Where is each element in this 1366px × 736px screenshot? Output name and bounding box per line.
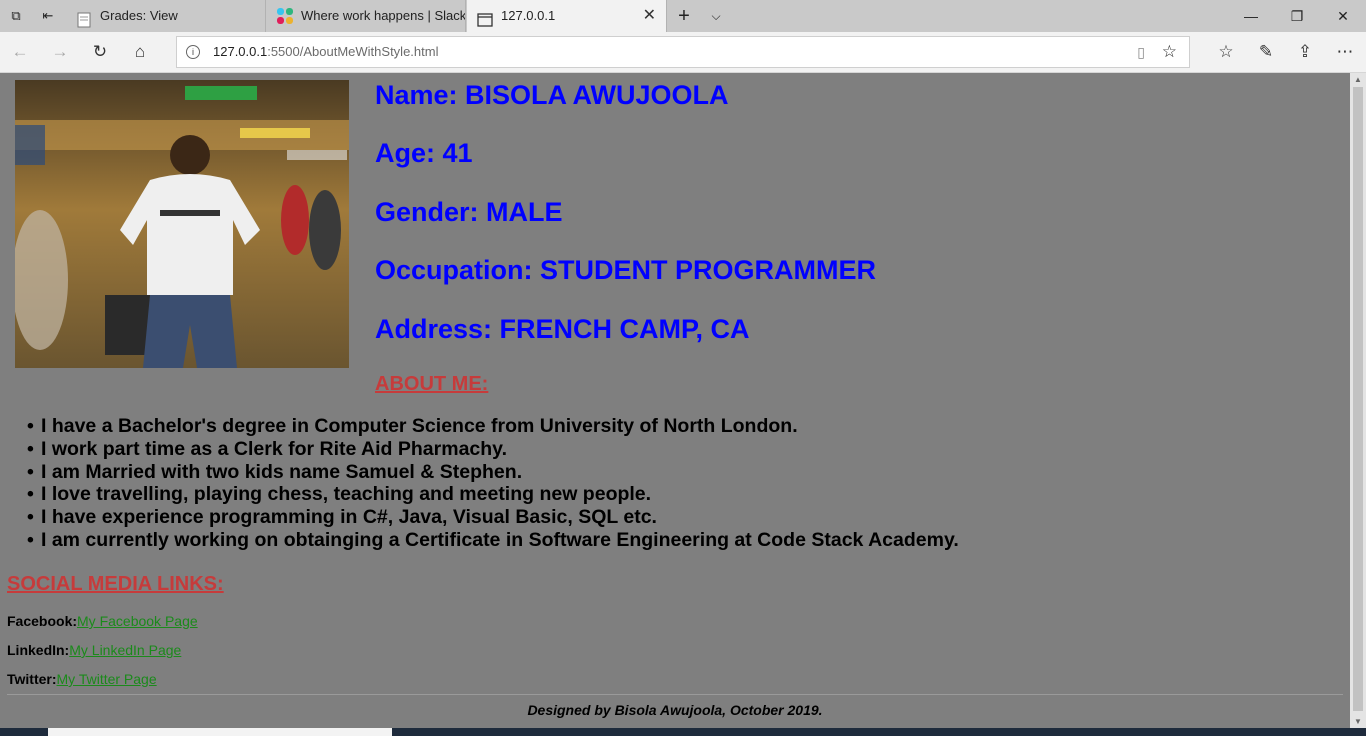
windows-taskbar: [0, 728, 1366, 736]
about-me-list: I have a Bachelor's degree in Computer S…: [27, 415, 959, 552]
social-media-heading: SOCIAL MEDIA LINKS:: [7, 573, 224, 595]
facebook-row: Facebook:My Facebook Page: [7, 613, 198, 629]
age-line: Age: 41: [375, 138, 473, 168]
footer-divider: [7, 694, 1343, 695]
facebook-link[interactable]: My Facebook Page: [77, 613, 198, 629]
browser-toolbar: ← → ↻ ⌂ i 127.0.0.1:5500/AboutMeWithStyl…: [0, 32, 1366, 73]
url-text[interactable]: 127.0.0.1:5500/AboutMeWithStyle.html: [213, 37, 438, 67]
minimize-icon[interactable]: —: [1228, 0, 1274, 32]
linkedin-link[interactable]: My LinkedIn Page: [69, 642, 181, 658]
tab-grades[interactable]: Grades: View: [66, 0, 266, 32]
forward-icon[interactable]: →: [48, 41, 72, 63]
footer-text: Designed by Bisola Awujoola, October 201…: [527, 702, 823, 718]
about-me-heading: ABOUT ME:: [375, 373, 489, 395]
tabs-aside-icon[interactable]: ⇤: [40, 8, 56, 24]
facebook-label: Facebook:: [7, 613, 78, 629]
reading-view-icon[interactable]: ▯: [1137, 44, 1145, 61]
home-icon[interactable]: ⌂: [128, 41, 152, 63]
browser-tab-bar: ⧉ ⇤ Grades: View Where work happens | Sl…: [0, 0, 1366, 32]
list-item: I love travelling, playing chess, teachi…: [27, 483, 959, 506]
twitter-label: Twitter:: [7, 671, 57, 687]
twitter-link[interactable]: My Twitter Page: [57, 671, 157, 687]
url-path: :5500/AboutMeWithStyle.html: [267, 44, 439, 59]
favorite-star-icon[interactable]: ☆: [1162, 42, 1177, 62]
url-host: 127.0.0.1: [213, 44, 268, 59]
new-tab-icon[interactable]: +: [676, 6, 692, 26]
occupation-line: Occupation: STUDENT PROGRAMMER: [375, 255, 877, 285]
tab-title: Grades: View: [100, 8, 178, 23]
pen-icon[interactable]: ✎: [1254, 41, 1278, 63]
list-item: I am currently working on obtainging a C…: [27, 529, 959, 552]
vertical-scrollbar[interactable]: ▲ ▼: [1350, 73, 1366, 728]
favorites-icon[interactable]: ☆: [1214, 41, 1238, 63]
list-item: I have a Bachelor's degree in Computer S…: [27, 415, 959, 438]
scroll-up-icon[interactable]: ▲: [1350, 75, 1366, 84]
more-icon[interactable]: ⋯: [1333, 41, 1357, 63]
address-bar[interactable]: i 127.0.0.1:5500/AboutMeWithStyle.html ▯…: [176, 36, 1190, 68]
address-line: Address: FRENCH CAMP, CA: [375, 314, 750, 344]
tab-localhost[interactable]: 127.0.0.1 ✕: [467, 0, 667, 32]
share-icon[interactable]: ⇪: [1293, 41, 1317, 63]
document-icon: [76, 8, 92, 28]
profile-photo: [15, 80, 349, 368]
back-icon[interactable]: ←: [8, 41, 32, 63]
tab-list-chevron-icon[interactable]: ⌵: [708, 8, 724, 24]
linkedin-row: LinkedIn:My LinkedIn Page: [7, 642, 181, 658]
slack-icon: [277, 8, 293, 24]
close-window-icon[interactable]: ✕: [1320, 0, 1366, 32]
linkedin-label: LinkedIn:: [7, 642, 70, 658]
restore-icon[interactable]: ❐: [1274, 0, 1320, 32]
close-tab-icon[interactable]: ✕: [643, 0, 656, 32]
list-item: I work part time as a Clerk for Rite Aid…: [27, 438, 959, 461]
tab-slack[interactable]: Where work happens | Slack: [267, 0, 466, 32]
set-aside-tabs-icon[interactable]: ⧉: [8, 8, 24, 24]
scrollbar-thumb[interactable]: [1353, 87, 1363, 711]
site-info-icon[interactable]: i: [186, 45, 200, 59]
name-line: Name: BISOLA AWUJOOLA: [375, 80, 729, 110]
list-item: I am Married with two kids name Samuel &…: [27, 461, 959, 484]
refresh-icon[interactable]: ↻: [88, 41, 112, 63]
page-icon: [477, 8, 493, 27]
tab-title: Where work happens | Slack: [301, 8, 466, 23]
list-item: I have experience programming in C#, Jav…: [27, 506, 959, 529]
gender-line: Gender: MALE: [375, 197, 563, 227]
taskbar-search-box[interactable]: [48, 728, 392, 736]
tab-title: 127.0.0.1: [501, 8, 556, 23]
twitter-row: Twitter:My Twitter Page: [7, 671, 157, 687]
scroll-down-icon[interactable]: ▼: [1350, 717, 1366, 726]
